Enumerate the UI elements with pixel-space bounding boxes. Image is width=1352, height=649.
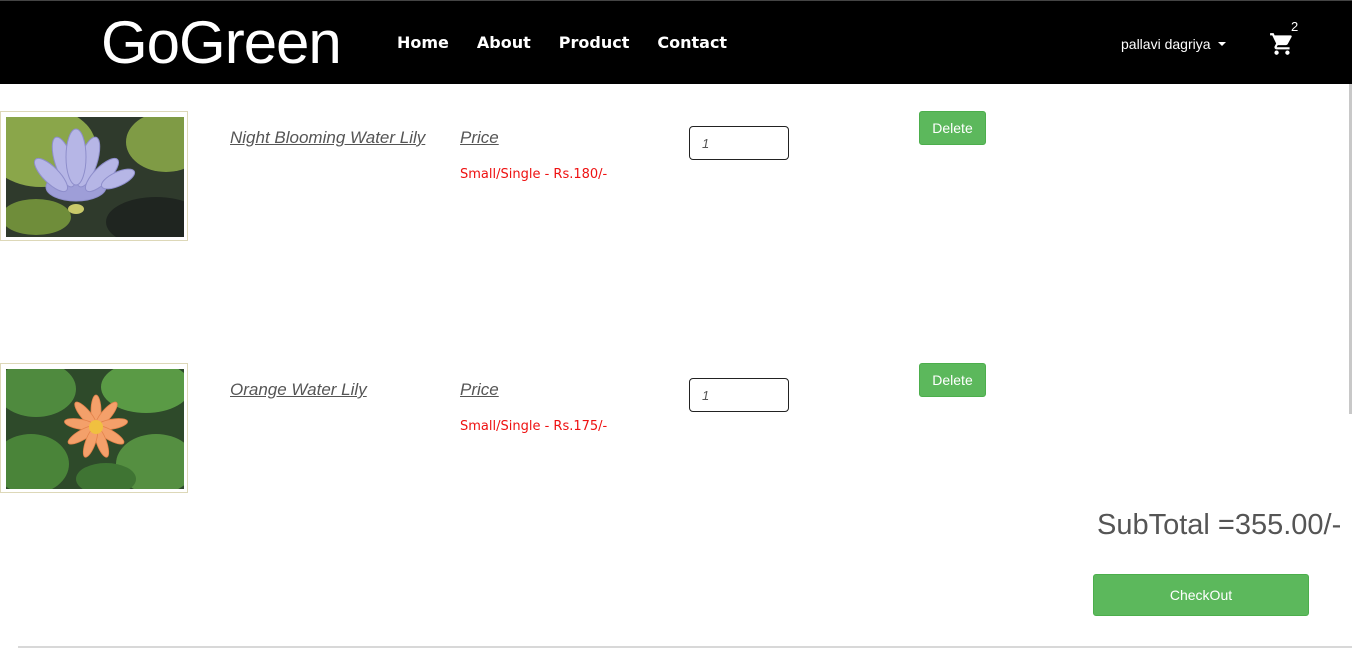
bottom-divider (18, 646, 1352, 648)
nav-contact-link[interactable]: Contact (657, 33, 727, 53)
quantity-input[interactable] (689, 126, 789, 160)
product-name-link[interactable]: Orange Water Lily (230, 380, 367, 400)
price-text: Small/Single - Rs.175/- (460, 419, 608, 434)
price-label: Price (460, 128, 499, 147)
cart-icon[interactable] (1268, 31, 1296, 57)
product-name-link[interactable]: Night Blooming Water Lily (230, 128, 425, 148)
subtotal-text: SubTotal =355.00/- (1097, 509, 1342, 541)
price-text: Small/Single - Rs.180/- (460, 167, 608, 182)
quantity-input[interactable] (689, 378, 789, 412)
caret-down-icon (1217, 42, 1226, 46)
night-lily-image (0, 111, 188, 241)
delete-button[interactable]: Delete (919, 111, 986, 145)
brand-logo[interactable]: GoGreen (101, 7, 342, 79)
price-label: Price (460, 380, 499, 399)
cart-count-badge: 2 (1291, 19, 1299, 34)
nav-home-link[interactable]: Home (397, 33, 449, 53)
top-navbar: GoGreen Home About Product Contact palla… (0, 0, 1352, 84)
orange-lily-image (0, 363, 188, 493)
nav-links: Home About Product Contact (397, 33, 755, 53)
user-name: pallavi dagriya (1121, 36, 1211, 52)
nav-product-link[interactable]: Product (559, 33, 630, 53)
user-dropdown[interactable]: pallavi dagriya (1121, 35, 1226, 53)
checkout-button[interactable]: CheckOut (1093, 574, 1309, 616)
delete-button[interactable]: Delete (919, 363, 986, 397)
nav-about-link[interactable]: About (477, 33, 531, 53)
